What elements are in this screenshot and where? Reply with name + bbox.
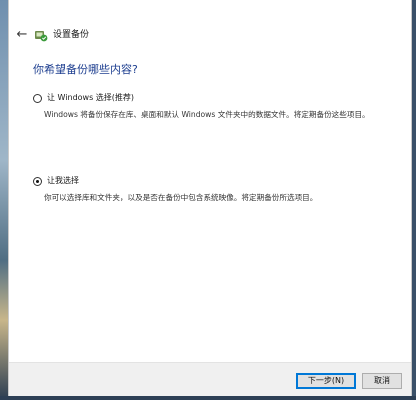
option-label: 让我选择 (47, 176, 79, 185)
option-description: Windows 将备份保存在库、桌面和默认 Windows 文件夹中的数据文件。… (44, 110, 370, 119)
desktop-background-bottom (0, 396, 416, 400)
back-arrow-icon[interactable]: ← (13, 27, 31, 43)
cancel-button[interactable]: 取消 (362, 373, 402, 389)
page-heading: 你希望备份哪些内容? (33, 63, 138, 76)
radio-let-windows-choose[interactable] (33, 93, 42, 103)
desktop-background-right (412, 0, 416, 400)
window-title: 设置备份 (53, 30, 90, 40)
backup-icon (35, 31, 48, 42)
button-bar: 下一步(N) 取消 (9, 362, 411, 397)
option-label: 让 Windows 选择(推荐) (47, 93, 135, 102)
next-button[interactable]: 下一步(N) (296, 373, 356, 389)
radio-let-me-choose[interactable] (33, 176, 42, 186)
backup-wizard-window: ← 设置备份 你希望备份哪些内容? 让 Windows 选择(推荐) Windo… (8, 0, 412, 397)
option-description: 你可以选择库和文件夹，以及是否在备份中包含系统映像。将定期备份所选项目。 (44, 193, 318, 202)
title-bar: ← 设置备份 (9, 0, 411, 42)
option-let-me-choose[interactable]: 让我选择 (33, 175, 79, 187)
option-let-windows-choose[interactable]: 让 Windows 选择(推荐) (33, 92, 134, 104)
